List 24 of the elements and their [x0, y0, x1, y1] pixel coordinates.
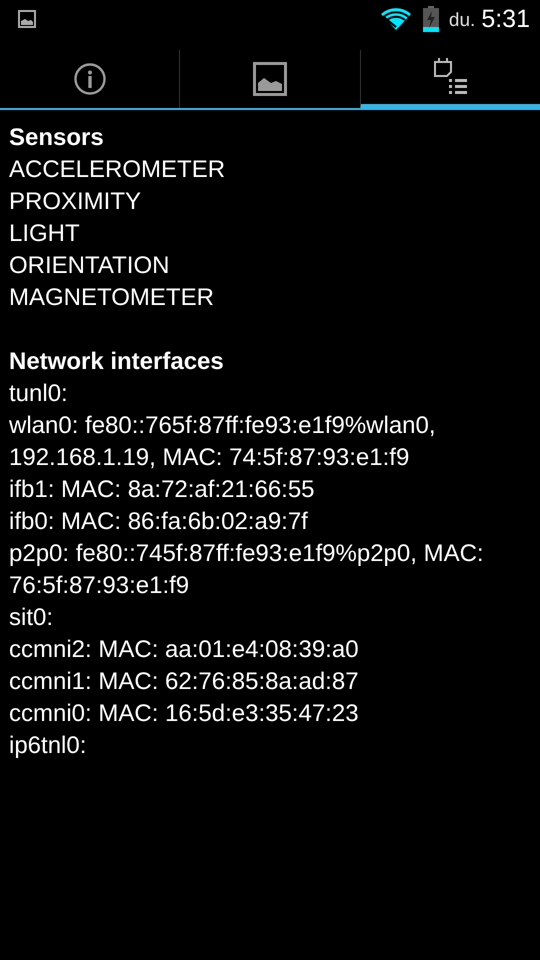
info-line: MAGNETOMETER — [9, 283, 215, 313]
picture-icon — [252, 62, 287, 96]
info-line: ccmni1: MAC: 62:76:85:8a:ad:87 — [9, 667, 360, 697]
section-heading: Network interfaces — [9, 347, 225, 377]
calendar-list-icon — [433, 58, 468, 96]
tab[interactable] — [360, 50, 540, 110]
info-line: PROXIMITY — [9, 187, 142, 217]
info-line: ccmni0: MAC: 16:5d:e3:35:47:23 — [9, 699, 360, 729]
info-line: ip6tnl0: — [9, 731, 88, 761]
section-heading: Sensors — [9, 123, 105, 153]
info-line: ORIENTATION — [9, 251, 170, 281]
info-icon — [74, 63, 106, 95]
info-line: tunl0: — [9, 379, 69, 409]
day-period: du. — [448, 10, 476, 32]
info-line: ACCELEROMETER — [9, 155, 226, 185]
info-line: ifb1: MAC: 8a:72:af:21:66:55 — [9, 475, 316, 505]
battery-charging-icon — [422, 6, 439, 32]
wifi-icon — [380, 8, 411, 30]
info-line: sit0: — [9, 603, 54, 633]
clock-time: 5:31 — [481, 4, 530, 34]
info-line: LIGHT — [9, 219, 81, 249]
picture-icon — [18, 10, 36, 28]
info-line: ifb0: MAC: 86:fa:6b:02:a9:7f — [9, 507, 309, 537]
info-line: ccmni2: MAC: aa:01:e4:08:39:a0 — [9, 635, 360, 665]
